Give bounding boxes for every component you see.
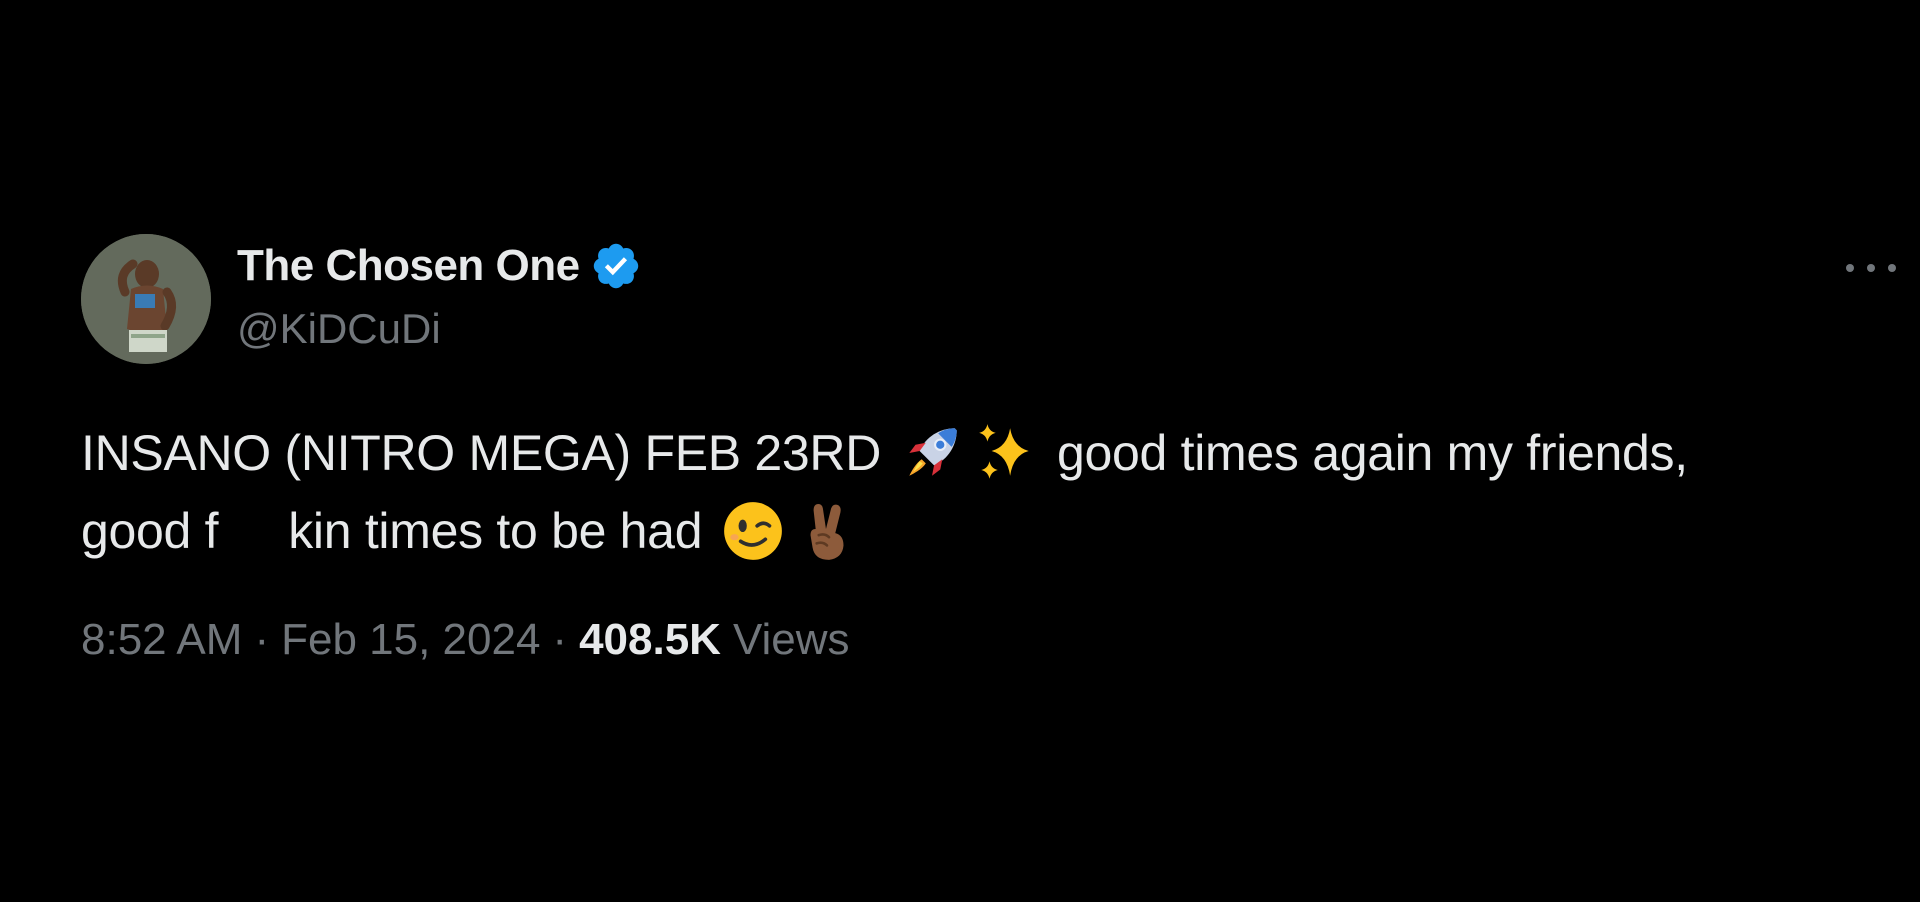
- tweet-time[interactable]: 8:52 AM: [81, 615, 242, 665]
- more-options-ellipsis-icon[interactable]: [1846, 258, 1896, 278]
- tweet-text-segment: good times again my friends,: [1057, 425, 1688, 481]
- dot: [1846, 264, 1854, 272]
- meta-separator: ·: [552, 615, 568, 664]
- verified-badge-icon[interactable]: [590, 240, 642, 292]
- tweet-text-line-2: good f kin times to be had: [81, 492, 1861, 570]
- rocket-emoji-icon: [899, 420, 965, 486]
- views-label: Views: [732, 615, 850, 664]
- tweet-text-segment: good f: [81, 503, 219, 559]
- tweet-text-line-1: INSANO (NITRO MEGA) FEB 23RD good times …: [81, 414, 1861, 492]
- winking-face-emoji-icon: [720, 498, 786, 564]
- tweet-meta: 8:52 AM · Feb 15, 2024 · 408.5K Views: [81, 615, 850, 665]
- meta-separator: ·: [254, 615, 270, 664]
- tweet-text-segment: kin times to be had: [288, 503, 703, 559]
- author-display-name[interactable]: The Chosen One: [237, 241, 580, 291]
- views-count[interactable]: 408.5K: [579, 615, 721, 665]
- sparkles-emoji-icon: [973, 420, 1039, 486]
- author-handle[interactable]: @KiDCuDi: [237, 305, 441, 353]
- avatar-photo: [81, 234, 211, 364]
- tweet-card: The Chosen One @KiDCuDi INSANO (NITRO ME…: [0, 0, 1920, 902]
- tweet-text: INSANO (NITRO MEGA) FEB 23RD good times …: [81, 414, 1861, 570]
- dot: [1867, 264, 1875, 272]
- tweet-date[interactable]: Feb 15, 2024: [281, 615, 540, 665]
- author-name-row: The Chosen One: [237, 240, 642, 292]
- author-avatar[interactable]: [81, 234, 211, 364]
- victory-hand-emoji-icon: [794, 498, 860, 564]
- dot: [1888, 264, 1896, 272]
- tweet-text-segment: INSANO (NITRO MEGA) FEB 23RD: [81, 425, 882, 481]
